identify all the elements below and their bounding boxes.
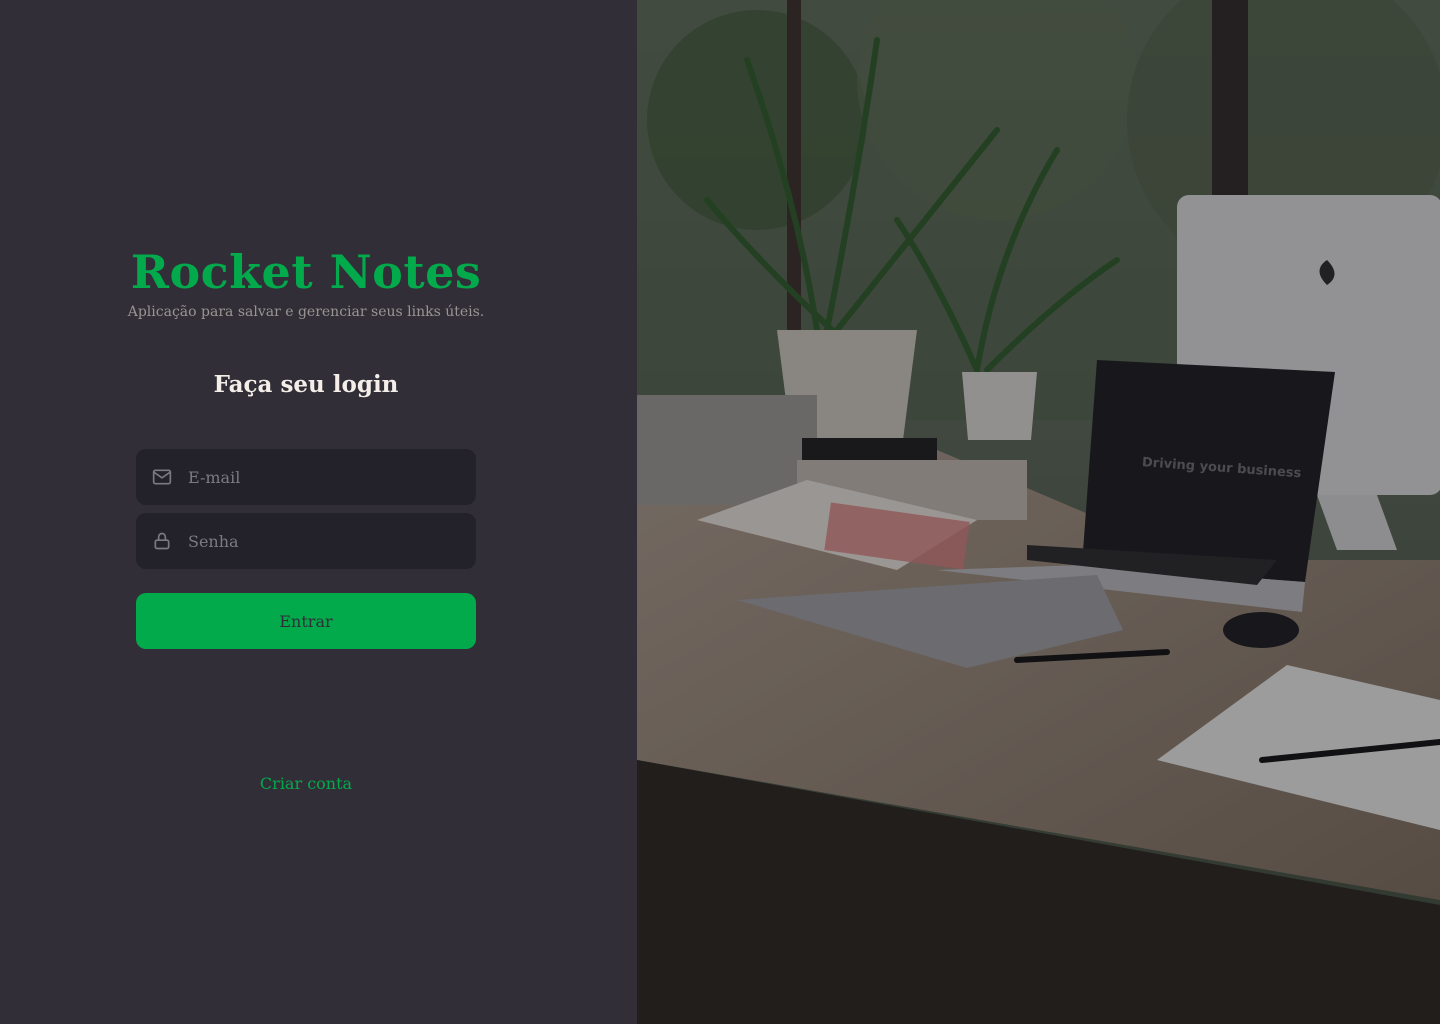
email-input[interactable]	[188, 467, 448, 487]
email-field-wrapper[interactable]	[136, 449, 476, 505]
create-account-link[interactable]: Criar conta	[0, 774, 612, 794]
app-title: Rocket Notes	[130, 245, 482, 299]
lock-icon	[154, 532, 170, 550]
login-button[interactable]: Entrar	[136, 593, 476, 649]
app-subtitle: Aplicação para salvar e gerenciar seus l…	[127, 304, 485, 320]
login-panel: Rocket Notes Aplicação para salvar e ger…	[0, 0, 637, 1024]
password-field-wrapper[interactable]	[136, 513, 476, 569]
mail-icon	[152, 469, 172, 485]
login-heading: Faça seu login	[213, 371, 399, 398]
password-input[interactable]	[188, 531, 448, 551]
photo-dark-overlay	[637, 0, 1440, 1024]
background-photo: Driving your business	[637, 0, 1440, 1024]
